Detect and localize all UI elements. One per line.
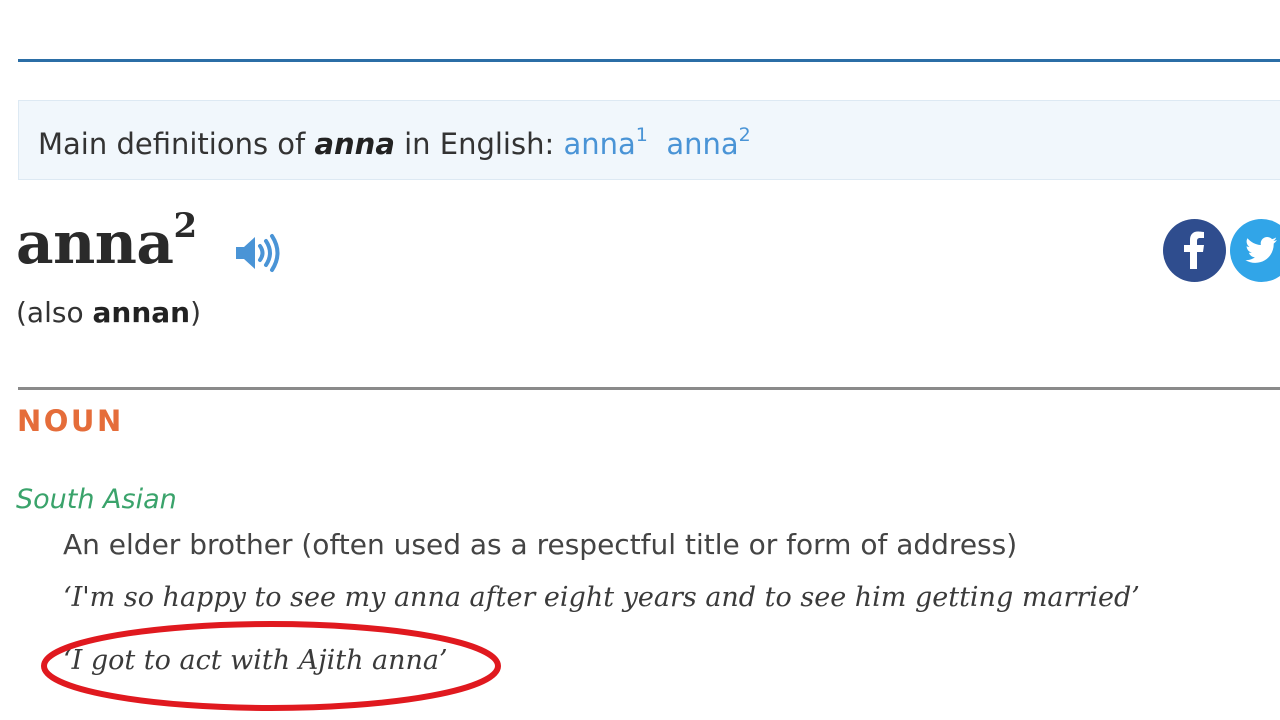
definition-text: An elder brother (often used as a respec… xyxy=(63,528,1018,561)
main-definitions-line: Main definitions of anna in English: ann… xyxy=(38,125,751,163)
variant-suffix: ) xyxy=(190,296,202,329)
entry-homograph-number: 2 xyxy=(173,206,198,246)
twitter-share-button[interactable] xyxy=(1230,219,1280,282)
entry-headword-text: anna xyxy=(16,209,174,277)
dictionary-page: Main definitions of anna in English: ann… xyxy=(0,0,1280,720)
facebook-icon xyxy=(1184,231,1204,269)
speaker-icon[interactable] xyxy=(233,232,283,274)
facebook-share-button[interactable] xyxy=(1163,219,1226,282)
variant-prefix: (also xyxy=(16,296,93,329)
definition-link-2-label: anna xyxy=(666,127,739,161)
region-label: South Asian xyxy=(16,484,177,515)
top-divider xyxy=(18,59,1280,62)
definition-link-1[interactable]: anna1 xyxy=(563,124,648,162)
main-definitions-suffix: in English: xyxy=(394,127,564,161)
definition-link-1-sup: 1 xyxy=(635,124,648,146)
part-of-speech-label: NOUN xyxy=(17,404,124,438)
main-definitions-box: Main definitions of anna in English: ann… xyxy=(18,100,1280,180)
definition-link-2-sup: 2 xyxy=(738,124,751,146)
variant-form: (also annan) xyxy=(16,295,201,331)
example-sentence-highlighted: ‘I got to act with Ajith anna’ xyxy=(63,645,448,676)
variant-word: annan xyxy=(92,296,191,329)
section-divider xyxy=(18,387,1280,390)
twitter-icon xyxy=(1245,237,1277,263)
main-definitions-prefix: Main definitions of xyxy=(38,127,315,161)
entry-headword: anna2 xyxy=(16,208,197,278)
definition-link-2[interactable]: anna2 xyxy=(666,124,751,162)
main-definitions-headword: anna xyxy=(314,127,395,161)
example-sentence: ‘I'm so happy to see my anna after eight… xyxy=(63,582,1140,613)
definition-link-1-label: anna xyxy=(563,127,636,161)
